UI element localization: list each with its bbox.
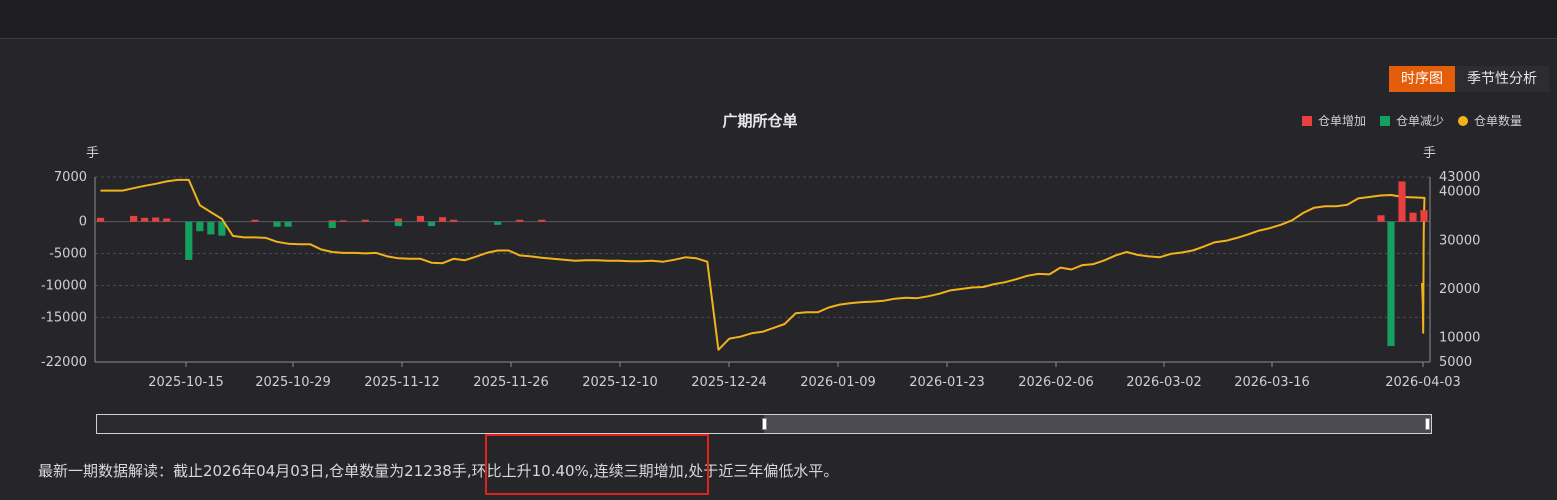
y-right-tick-label: 30000 (1439, 233, 1480, 248)
bar-increase (163, 218, 171, 222)
bar-increase (1377, 215, 1385, 222)
y-left-tick-label: -22000 (41, 355, 87, 370)
bar-increase (141, 217, 149, 222)
bar-increase (1409, 212, 1417, 222)
bar-increase (339, 220, 347, 222)
bar-increase (251, 219, 259, 222)
x-tick-label: 2026-01-23 (909, 375, 985, 390)
bar-decrease (284, 221, 292, 227)
y-right-tick-label: 40000 (1439, 185, 1480, 200)
x-tick-label: 2026-03-02 (1126, 375, 1202, 390)
x-tick-label: 2025-10-15 (148, 375, 224, 390)
x-tick-label: 2026-04-03 (1385, 375, 1461, 390)
x-tick-label: 2025-11-12 (364, 375, 440, 390)
bar-increase (538, 219, 546, 222)
bar-increase (394, 218, 402, 222)
x-tick-label: 2025-11-26 (473, 375, 549, 390)
y-left-tick-label: -5000 (49, 247, 87, 262)
data-zoom-slider[interactable] (96, 414, 1432, 434)
y-right-tick-label: 10000 (1439, 331, 1480, 346)
slider-selected-range[interactable] (764, 415, 1431, 433)
bar-decrease (273, 221, 281, 227)
y-right-tick-label: 5000 (1439, 355, 1472, 370)
bar-increase (416, 215, 425, 222)
bar-increase (516, 219, 524, 222)
latest-data-interpretation: 最新一期数据解读：截止2026年04月03日,仓单数量为21238手,环比上升1… (38, 462, 839, 480)
x-tick-label: 2026-01-09 (800, 375, 876, 390)
highlight-annotation-box (485, 434, 709, 495)
x-tick-label: 2025-12-24 (691, 375, 767, 390)
bar-decrease (196, 221, 204, 232)
bar-decrease (185, 221, 193, 260)
bar-increase (130, 215, 138, 222)
slider-left-handle[interactable] (762, 418, 767, 430)
y-left-tick-label: 7000 (54, 170, 87, 185)
y-right-tick-label: 20000 (1439, 282, 1480, 297)
bar-increase (152, 217, 160, 222)
bar-increase (438, 217, 447, 222)
y-right-tick-label: 43000 (1439, 170, 1480, 185)
bar-increase (328, 220, 336, 222)
bar-increase (449, 219, 458, 222)
bar-increase (361, 219, 369, 222)
bar-decrease (394, 221, 402, 227)
bar-decrease (1387, 221, 1395, 347)
bar-decrease (328, 221, 336, 229)
x-tick-label: 2025-12-10 (582, 375, 658, 390)
bar-decrease (494, 221, 502, 225)
bar-increase (1420, 210, 1428, 222)
y-left-tick-label: -10000 (41, 278, 87, 293)
x-tick-label: 2025-10-29 (255, 375, 331, 390)
x-tick-label: 2026-02-06 (1018, 375, 1094, 390)
y-left-tick-label: -15000 (41, 310, 87, 325)
y-left-tick-label: 0 (79, 215, 87, 230)
bar-decrease (207, 221, 215, 235)
line-quantity (100, 178, 1426, 351)
x-tick-label: 2026-03-16 (1234, 375, 1310, 390)
bar-increase (1398, 181, 1406, 222)
bar-decrease (427, 221, 436, 227)
warehouse-receipt-chart: 7000 0 -5000 -10000 -15000 -22000 4300040000 30… (41, 170, 1480, 390)
bar-increase (96, 217, 105, 222)
slider-right-handle[interactable] (1425, 418, 1430, 430)
